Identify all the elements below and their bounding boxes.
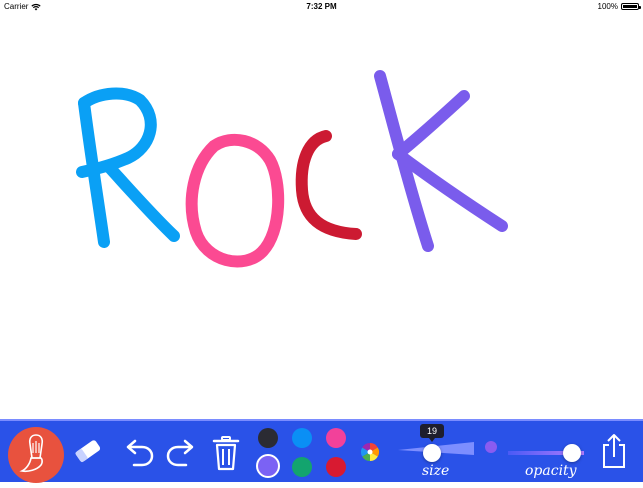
opacity-label: opacity: [525, 463, 577, 479]
undo-icon: [126, 439, 154, 467]
brush-icon: [19, 434, 44, 473]
letter-r-stroke: [76, 87, 180, 248]
color-swatch-purple-selected[interactable]: [256, 454, 280, 478]
trash-icon: [212, 436, 240, 471]
letter-k-stroke: [374, 70, 508, 252]
eraser-icon: [75, 440, 101, 463]
share-icon: [603, 434, 625, 468]
share-button[interactable]: [598, 431, 630, 471]
trash-button[interactable]: [208, 433, 244, 473]
color-swatch-pink[interactable]: [326, 428, 346, 448]
undo-button[interactable]: [120, 435, 156, 471]
size-value-tooltip: 19: [420, 424, 444, 442]
eraser-button[interactable]: [70, 433, 106, 469]
size-slider-thumb[interactable]: [423, 444, 441, 462]
size-label: size: [422, 463, 450, 479]
opacity-preview-dot: [485, 441, 497, 453]
opacity-slider-thumb[interactable]: [563, 444, 581, 462]
color-swatch-blue[interactable]: [292, 428, 312, 448]
clock: 7:32 PM: [306, 2, 337, 11]
battery-percent: 100%: [597, 2, 618, 11]
color-wheel-icon: [360, 443, 380, 461]
bottom-toolbar: 19 size opacity: [0, 419, 643, 483]
letter-c-stroke: [295, 130, 362, 240]
status-bar: Carrier 7:32 PM 100%: [0, 0, 643, 14]
color-swatch-dark[interactable]: [258, 428, 278, 448]
drawing-strokes: [76, 70, 508, 268]
drawing-canvas[interactable]: [0, 14, 643, 419]
color-wheel-button[interactable]: [360, 442, 380, 462]
letter-o-stroke: [185, 133, 285, 268]
battery-group: 100%: [597, 2, 641, 11]
battery-icon: [621, 3, 641, 10]
redo-button[interactable]: [164, 435, 200, 471]
brush-button[interactable]: [8, 427, 64, 483]
redo-icon: [166, 439, 194, 467]
color-swatch-red[interactable]: [326, 457, 346, 477]
color-swatch-green[interactable]: [292, 457, 312, 477]
